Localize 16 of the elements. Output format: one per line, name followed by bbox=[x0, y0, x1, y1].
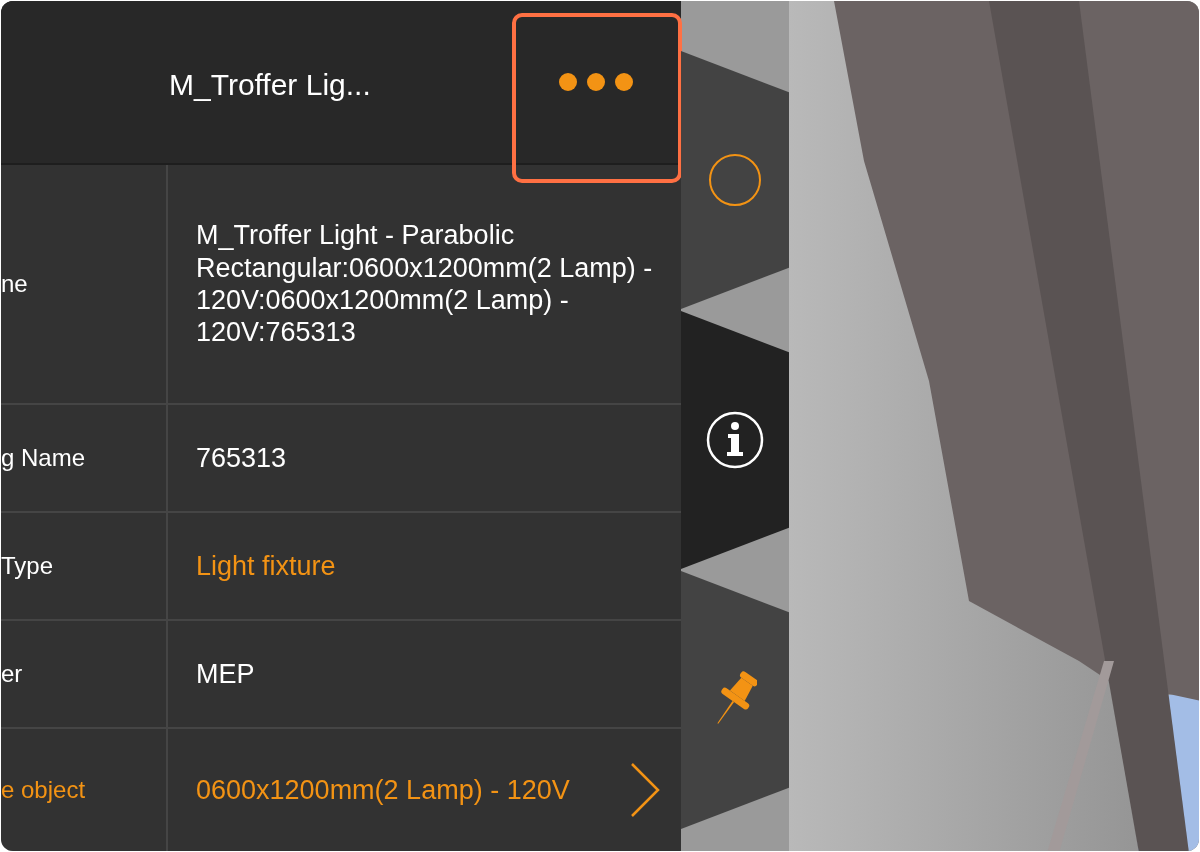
property-link[interactable]: Light fixture bbox=[196, 549, 661, 583]
info-icon bbox=[706, 411, 764, 469]
related-object-link[interactable]: 0600x1200mm(2 Lamp) - 120V bbox=[168, 729, 681, 851]
property-value: 765313 bbox=[196, 441, 288, 475]
property-value: MEP bbox=[196, 657, 256, 691]
property-label: er bbox=[1, 621, 168, 727]
property-value: 0600x1200mm(2 Lamp) - 120V bbox=[196, 773, 571, 807]
property-label: g Name bbox=[1, 405, 168, 511]
chevron-right-icon bbox=[629, 762, 661, 818]
property-label: ne bbox=[1, 165, 168, 403]
circle-icon bbox=[707, 152, 763, 208]
property-value: M_Troffer Light - Parabolic Rectangular:0600x1200mm(2 Lamp) - 120V:0600x1200mm(2 Lamp) - 120V:765313 bbox=[196, 219, 654, 349]
more-icon bbox=[558, 71, 634, 93]
property-label: e object bbox=[1, 729, 168, 851]
property-label: Type bbox=[1, 513, 168, 619]
panel-title: M_Troffer Lig... bbox=[169, 66, 372, 102]
